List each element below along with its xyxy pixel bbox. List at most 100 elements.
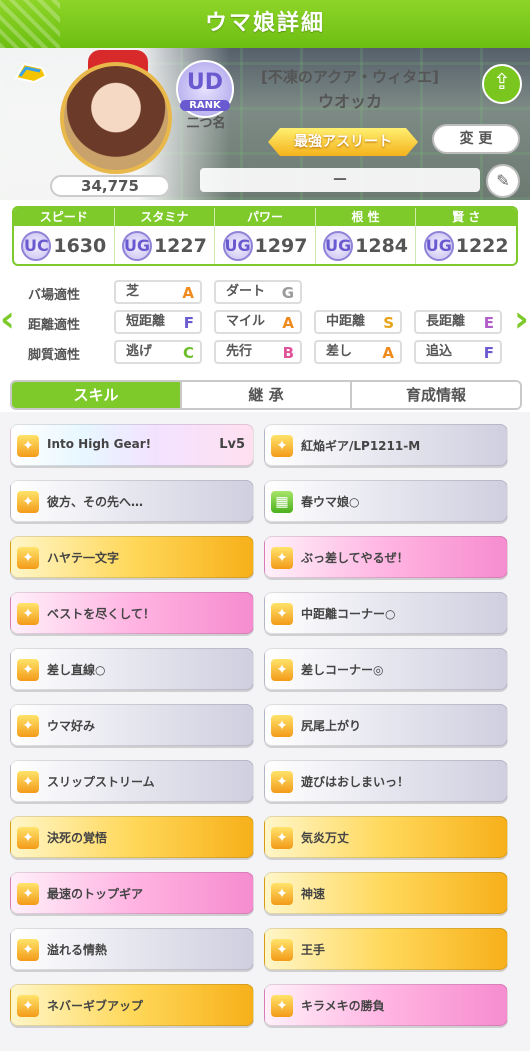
share-button[interactable]: ⇪	[482, 64, 522, 104]
stats-panel: スピード UC 1630 スタミナ UG 1227 パワー UG 1297 根 性 U…	[12, 206, 518, 266]
skill-card[interactable]: ✦ 遊びはおしまいっ！	[264, 760, 508, 802]
skill-card[interactable]: ✦ 決死の覚悟	[10, 816, 254, 858]
skill-icon: ✦	[17, 715, 39, 737]
skill-card[interactable]: ▦ 春ウマ娘○	[264, 480, 508, 522]
edit-button[interactable]: ✎	[486, 164, 520, 198]
skill-card[interactable]: ✦ ハヤテ一文字	[10, 536, 254, 578]
aptitude-grade: A	[282, 314, 294, 332]
skill-card[interactable]: ✦ Into High Gear! Lv5	[10, 424, 254, 466]
character-name: ウオッカ	[317, 92, 382, 111]
rank-badge: UD RANK	[176, 60, 234, 118]
stat-stamina: スタミナ UG 1227	[114, 208, 216, 264]
aptitude-label: 距離適性	[28, 318, 81, 333]
stat-guts: 根 性 UG 1284	[315, 208, 417, 264]
skill-name: 差しコーナー◎	[301, 663, 384, 677]
skill-card[interactable]: ✦ ウマ好み	[10, 704, 254, 746]
skill-name: ネバーギブアップ	[47, 999, 144, 1013]
skill-icon: ✦	[271, 995, 293, 1017]
skill-card[interactable]: ✦ 差し直線○	[10, 648, 254, 690]
skill-card[interactable]: ✦ 尻尾上がり	[264, 704, 508, 746]
skill-icon: ✦	[17, 603, 39, 625]
skill-icon: ✦	[17, 995, 39, 1017]
stat-grade: UG	[323, 231, 354, 261]
track-aptitude-row: バ場適性 芝A ダート G	[28, 280, 508, 306]
skill-card[interactable]: ✦ 中距離コーナー○	[264, 592, 508, 634]
skill-icon: ✦	[17, 771, 39, 793]
share-icon: ⇪	[492, 70, 512, 95]
next-arrow-icon[interactable]: ›	[514, 295, 529, 345]
aptitude-grade: B	[282, 344, 294, 362]
tab-training-info[interactable]: 育成情報	[352, 382, 520, 408]
aptitude-label: 脚質適性	[28, 348, 81, 363]
aptitude-chip: 追込 F	[414, 340, 502, 364]
skill-card[interactable]: ✦ 差しコーナー◎	[264, 648, 508, 690]
skill-card[interactable]: ✦ ぶっ差してやるぜ！	[264, 536, 508, 578]
distance-aptitude-row: 距離適性 短距離 F マイル A 中距離 S 長距離 E	[28, 310, 508, 336]
skill-name: スリップストリーム	[47, 775, 155, 789]
skill-name: 春ウマ娘○	[301, 495, 360, 509]
stat-value: 1222	[455, 235, 509, 257]
skill-name: 最速のトップギア	[47, 887, 144, 901]
stat-label: スピード	[14, 208, 114, 226]
tab-inheritance[interactable]: 継 承	[182, 382, 352, 408]
skill-icon: ✦	[271, 883, 293, 905]
skill-level: Lv5	[219, 437, 245, 452]
nickname: 二つ名	[186, 116, 226, 131]
previous-arrow-icon[interactable]: ‹	[0, 295, 15, 345]
aptitude-grade: S	[383, 314, 394, 332]
stat-grade: UG	[423, 231, 454, 261]
skill-icon: ✦	[17, 547, 39, 569]
stat-speed: スピード UC 1630	[14, 208, 115, 264]
character-epithet: [不凍のアクア・ウィタエ]	[261, 68, 439, 86]
skill-card[interactable]: ✦ 王手	[264, 928, 508, 970]
skill-card[interactable]: ✦ ネバーギブアップ	[10, 984, 254, 1026]
stat-power: パワー UG 1297	[215, 208, 316, 264]
skill-name: 神速	[301, 887, 326, 901]
style-aptitude-row: 脚質適性 逃げ C 先行 B 差し A 追込 F	[28, 340, 508, 366]
skill-card[interactable]: ✦ 溢れる情熱	[10, 928, 254, 970]
aptitude-chip: 先行 B	[214, 340, 302, 364]
skill-card[interactable]: ✦ 紅焔ギア/LP1211-M	[264, 424, 508, 466]
skill-icon: ✦	[17, 883, 39, 905]
aptitude-grade: A	[382, 344, 394, 362]
skill-card[interactable]: ✦ 最速のトップギア	[10, 872, 254, 914]
skill-name: 彼方、その先へ…	[47, 495, 144, 509]
skill-card[interactable]: ✦ スリップストリーム	[10, 760, 254, 802]
aptitude-grade: C	[182, 344, 194, 362]
skill-card[interactable]: ✦ 彼方、その先へ…	[10, 480, 254, 522]
horseshoe-icon	[14, 62, 48, 84]
skill-icon: ✦	[271, 659, 293, 681]
skill-icon: ✦	[271, 827, 293, 849]
skill-icon: ✦	[271, 603, 293, 625]
skill-name: Into High Gear!	[47, 437, 152, 451]
skill-name: 溢れる情熱	[47, 943, 108, 957]
tab-skills[interactable]: スキル	[12, 382, 182, 408]
skill-name: ウマ好み	[47, 719, 96, 733]
stat-grade: UC	[21, 231, 52, 261]
recovery-skill-icon: ▦	[271, 491, 293, 513]
aptitude-chip: マイル A	[214, 310, 302, 334]
stat-grade: UG	[121, 231, 152, 261]
skill-card[interactable]: ✦ キラメキの勝負	[264, 984, 508, 1026]
skill-name: 王手	[301, 943, 326, 957]
aptitude-chip: 芝A	[114, 280, 202, 304]
aptitude-label: バ場適性	[28, 288, 81, 303]
stat-label: 根 性	[315, 208, 416, 226]
skill-icon: ✦	[271, 435, 293, 457]
skill-card[interactable]: ✦ ベストを尽くして！	[10, 592, 254, 634]
change-button[interactable]: 変 更	[432, 124, 520, 154]
skill-name: キラメキの勝負	[301, 999, 385, 1013]
aptitude-grade: F	[483, 344, 494, 362]
stat-label: 賢 さ	[416, 208, 516, 226]
skill-card[interactable]: ✦ 気炎万丈	[264, 816, 508, 858]
skill-icon: ✦	[17, 659, 39, 681]
skill-name: ぶっ差してやるぜ！	[301, 551, 409, 565]
aptitude-chip: 中距離 S	[314, 310, 402, 334]
skill-icon: ✦	[271, 771, 293, 793]
score-display: 34,775	[50, 175, 170, 197]
skill-card[interactable]: ✦ 神速	[264, 872, 508, 914]
stat-label: スタミナ	[114, 208, 215, 226]
character-portrait[interactable]	[60, 62, 172, 174]
aptitude-chip: 逃げ C	[114, 340, 202, 364]
stat-label: パワー	[215, 208, 315, 226]
